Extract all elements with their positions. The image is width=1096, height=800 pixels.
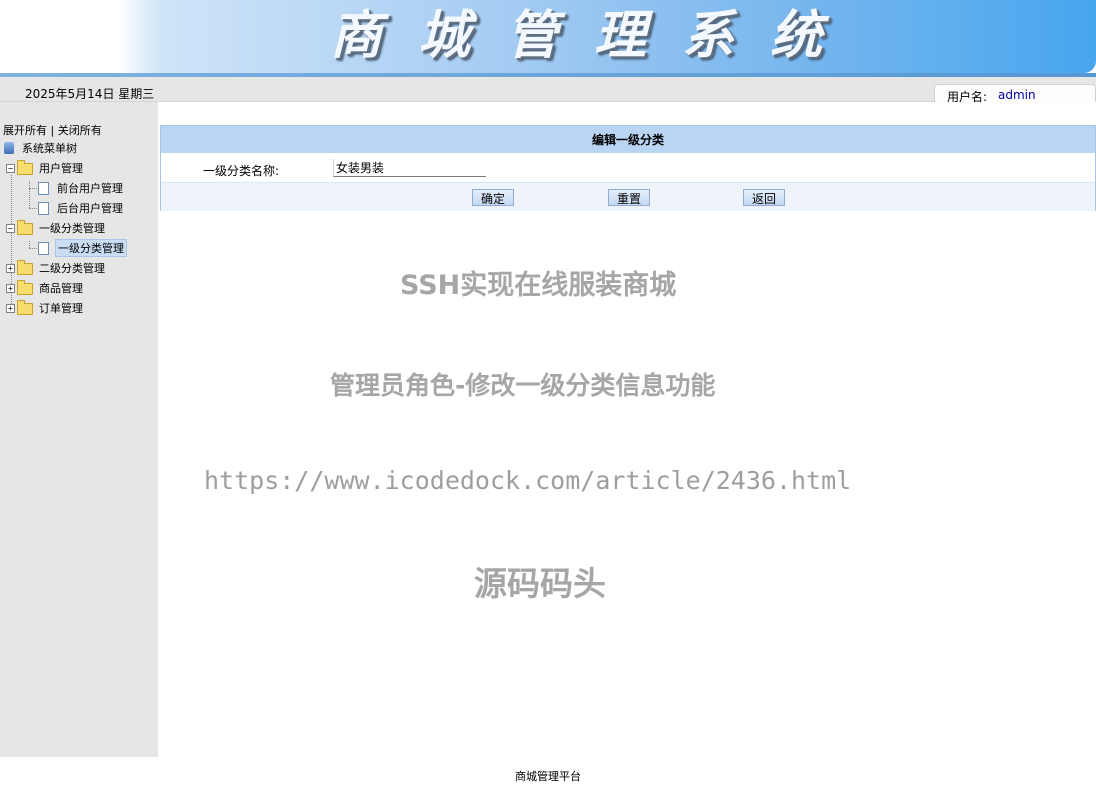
form-title: 编辑一级分类: [161, 126, 1095, 153]
computer-icon: [4, 142, 14, 154]
tree-root[interactable]: 系统菜单树: [4, 139, 79, 157]
page-icon: [38, 201, 49, 215]
expand-icon[interactable]: +: [6, 303, 15, 313]
collapse-icon[interactable]: −: [6, 223, 15, 233]
folder-open-icon: [17, 220, 33, 235]
tree-node-label: 二级分类管理: [39, 262, 105, 275]
category-name-input[interactable]: [333, 159, 486, 177]
folder-icon: [17, 280, 33, 295]
tree-node-order-management[interactable]: + 订单管理: [6, 299, 85, 317]
user-info: 用户名: admin: [934, 84, 1096, 104]
tree-node-label: 后台用户管理: [57, 202, 123, 215]
tree-node-product-management[interactable]: + 商品管理: [6, 279, 85, 297]
watermark-brand: 源码码头: [474, 564, 606, 603]
tree-node-front-users[interactable]: 前台用户管理: [38, 179, 125, 197]
expand-all-link[interactable]: 展开所有: [3, 124, 47, 137]
expand-icon[interactable]: +: [6, 283, 15, 293]
tree-node-back-users[interactable]: 后台用户管理: [38, 199, 125, 217]
tree-connector: [29, 181, 30, 208]
status-bar: 2025年5月14日 星期三: [0, 77, 1096, 102]
watermark-project-title: SSH实现在线服装商城: [400, 270, 677, 301]
tree-control-separator: |: [47, 124, 58, 137]
collapse-all-link[interactable]: 关闭所有: [58, 124, 102, 137]
page-icon: [38, 241, 49, 255]
tree-node-label: 订单管理: [39, 302, 83, 315]
tree-node-category1-management[interactable]: − 一级分类管理: [6, 219, 107, 237]
folder-icon: [17, 300, 33, 315]
username-label: 用户名:: [947, 90, 988, 104]
back-button[interactable]: 返回: [743, 189, 785, 206]
tree-node-label: 一级分类管理: [39, 222, 105, 235]
tree-node-category1-manage-page[interactable]: 一级分类管理: [38, 239, 127, 257]
category-name-label: 一级分类名称:: [203, 164, 280, 178]
watermark-feature-description: 管理员角色-修改一级分类信息功能: [330, 371, 716, 400]
form-field-row: 一级分类名称:: [161, 153, 1095, 182]
tree-node-label-selected: 一级分类管理: [55, 239, 127, 257]
folder-open-icon: [17, 160, 33, 175]
expand-icon[interactable]: +: [6, 263, 15, 273]
tree-node-label: 商品管理: [39, 282, 83, 295]
tree-node-label: 前台用户管理: [57, 182, 123, 195]
confirm-button[interactable]: 确定: [472, 189, 514, 206]
folder-icon: [17, 260, 33, 275]
current-date: 2025年5月14日 星期三: [25, 87, 155, 101]
tree-connector: [29, 241, 30, 248]
page-icon: [38, 181, 49, 195]
edit-category-form: 编辑一级分类 一级分类名称: 确定 重置 返回: [160, 125, 1096, 211]
tree-root-label: 系统菜单树: [22, 142, 77, 155]
tree-node-category2-management[interactable]: + 二级分类管理: [6, 259, 107, 277]
system-title: 商城管理系统: [330, 5, 859, 66]
collapse-icon[interactable]: −: [6, 163, 15, 173]
tree-node-label: 用户管理: [39, 162, 83, 175]
form-button-row: 确定 重置 返回: [161, 182, 1095, 211]
sidebar-tree: 展开所有 | 关闭所有 系统菜单树 − 用户管理 前台用户管理 后台用户管理 −…: [0, 102, 158, 757]
tree-controls: 展开所有 | 关闭所有: [3, 122, 102, 138]
watermark-url: https://www.icodedock.com/article/2436.h…: [204, 466, 852, 495]
tree-node-user-management[interactable]: − 用户管理: [6, 159, 85, 177]
reset-button[interactable]: 重置: [608, 189, 650, 206]
username-value: admin: [998, 88, 1036, 102]
header-banner: 商城管理系统: [0, 0, 1096, 73]
footer-text: 商城管理平台: [515, 770, 581, 783]
